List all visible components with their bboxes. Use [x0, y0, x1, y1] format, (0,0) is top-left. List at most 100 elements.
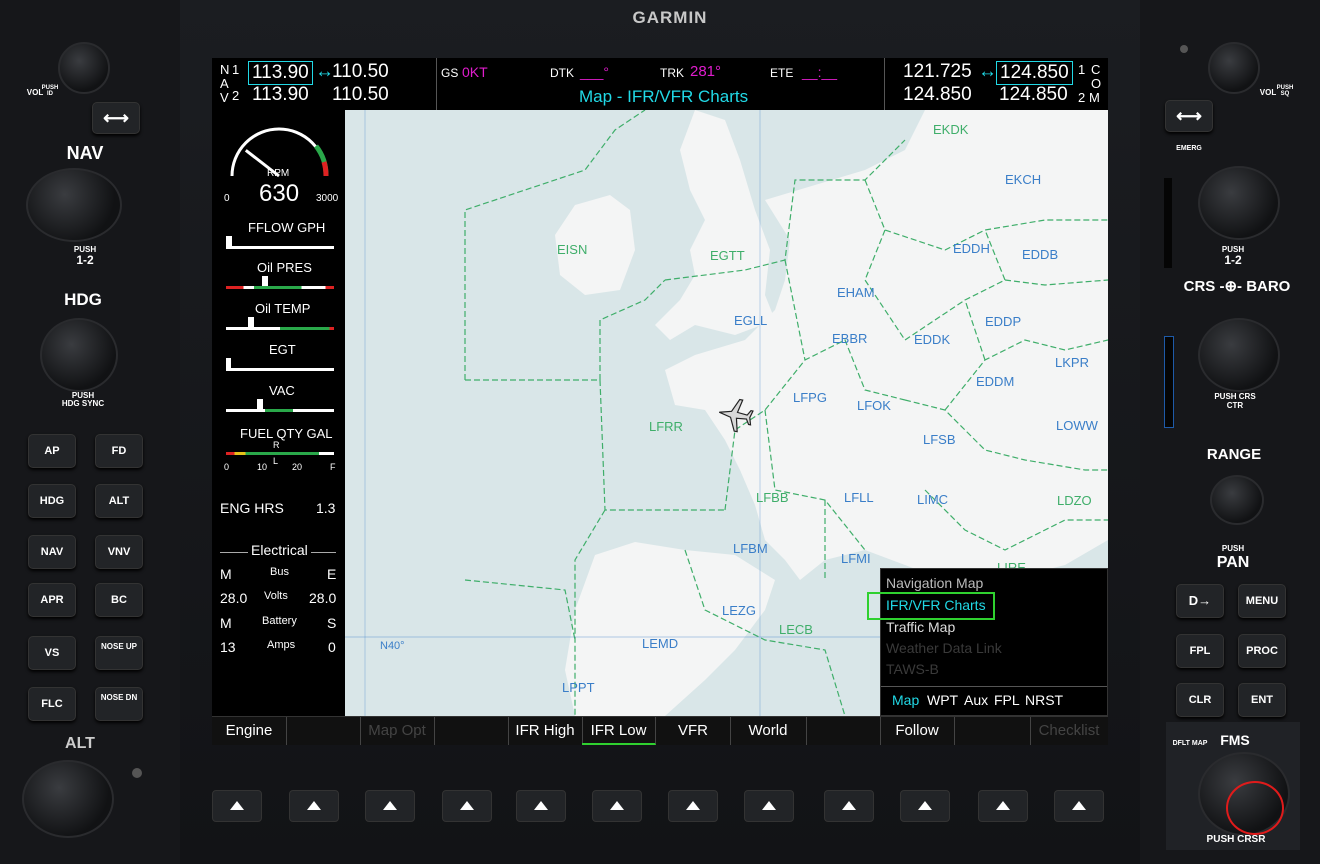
nav-button[interactable]: NAV [28, 535, 76, 569]
softkey-button-8[interactable] [744, 790, 794, 822]
airport-label[interactable]: LPPT [562, 680, 595, 695]
softkey-button-1[interactable] [212, 790, 262, 822]
airport-label[interactable]: LFSB [923, 432, 956, 447]
nav-label-v: V [220, 90, 229, 105]
tab-aux[interactable]: Aux [964, 692, 988, 708]
airport-label[interactable]: LEMD [642, 636, 678, 651]
altitude-knob[interactable] [22, 760, 114, 838]
vnv-button[interactable]: VNV [95, 535, 143, 569]
airport-label[interactable]: EGLL [734, 313, 767, 328]
direct-to-button[interactable]: D→ [1176, 584, 1224, 618]
alt-knob-label: ALT [65, 735, 95, 752]
ent-button[interactable]: ENT [1238, 683, 1286, 717]
com-frequency-knob[interactable] [1198, 166, 1280, 240]
softkey-button-10[interactable] [900, 790, 950, 822]
vs-button[interactable]: VS [28, 636, 76, 670]
softkey-checklist[interactable]: Checklist [1030, 717, 1108, 745]
softkey-button-12[interactable] [1054, 790, 1104, 822]
softkey-vfr[interactable]: VFR [656, 717, 731, 745]
airport-label[interactable]: EHAM [837, 285, 875, 300]
nose-up-button[interactable]: NOSE UP [95, 636, 143, 670]
ap-button[interactable]: AP [28, 434, 76, 468]
amps-label: Amps [267, 639, 296, 651]
com2-standby-frequency[interactable]: 124.850 [999, 84, 1068, 106]
bc-button[interactable]: BC [95, 583, 143, 617]
airport-label[interactable]: LKPR [1055, 355, 1089, 370]
nav2-active-frequency[interactable]: 113.90 [252, 84, 309, 106]
fir-label: EGTT [710, 248, 745, 263]
softkey-button-9[interactable] [824, 790, 874, 822]
fd-button[interactable]: FD [95, 434, 143, 468]
menu-item-traffic-map[interactable]: Traffic Map [886, 617, 955, 637]
airport-label[interactable]: LFMI [841, 551, 871, 566]
softkey-button-3[interactable] [365, 790, 415, 822]
softkey-button-2[interactable] [289, 790, 339, 822]
airport-label[interactable]: LFOK [857, 398, 891, 413]
vac-label: VAC [269, 383, 295, 398]
nav-swap-button[interactable]: ⟷ [92, 102, 140, 134]
proc-button[interactable]: PROC [1238, 634, 1286, 668]
airport-label[interactable]: EDDP [985, 314, 1021, 329]
airport-label[interactable]: LEZG [722, 603, 756, 618]
airport-label[interactable]: LFPG [793, 390, 827, 405]
softkey-9[interactable] [806, 717, 881, 745]
com-volume-knob[interactable] [1208, 42, 1260, 94]
hdg-button[interactable]: HDG [28, 484, 76, 518]
airport-label[interactable]: EDDM [976, 374, 1014, 389]
com1-active-frequency[interactable]: 121.725 [903, 61, 972, 83]
tab-map[interactable]: Map [892, 692, 919, 708]
com-swap-button[interactable]: ⟷ [1165, 100, 1213, 132]
airport-label[interactable]: LFLL [844, 490, 874, 505]
softkey-button-5[interactable] [516, 790, 566, 822]
heading-knob[interactable] [40, 318, 118, 392]
nav2-standby-frequency[interactable]: 110.50 [332, 84, 389, 106]
softkey-engine[interactable]: Engine [212, 717, 287, 745]
oil-temp-pointer [248, 317, 254, 327]
menu-item-selection-highlight [867, 592, 995, 620]
nav-frequency-knob[interactable] [26, 168, 122, 242]
softkey-world[interactable]: World [730, 717, 807, 745]
airport-label[interactable]: LOWW [1056, 418, 1098, 433]
softkey-map-opt[interactable]: Map Opt [360, 717, 435, 745]
airport-label[interactable]: EDDB [1022, 247, 1058, 262]
softkey-follow[interactable]: Follow [880, 717, 955, 745]
tab-wpt[interactable]: WPT [927, 692, 958, 708]
apr-button[interactable]: APR [28, 583, 76, 617]
nav-volume-knob[interactable] [58, 42, 110, 94]
nav1-standby-frequency[interactable]: 110.50 [332, 61, 389, 83]
egt-bar [226, 368, 334, 371]
airport-label[interactable]: EDDK [914, 332, 950, 347]
softkey-button-11[interactable] [978, 790, 1028, 822]
tab-fpl[interactable]: FPL [994, 692, 1020, 708]
dflt-map-label: DFLT MAP [1172, 740, 1208, 747]
volts-label: Volts [264, 590, 288, 602]
map-page-menu: Navigation Map IFR/VFR Charts Traffic Ma… [867, 568, 1108, 716]
airport-label[interactable]: EKCH [1005, 172, 1041, 187]
fpl-button[interactable]: FPL [1176, 634, 1224, 668]
oil-pres-pointer [262, 276, 268, 286]
menu-item-navigation-map[interactable]: Navigation Map [886, 573, 983, 593]
clr-button[interactable]: CLR [1176, 683, 1224, 717]
softkey-button-6[interactable] [592, 790, 642, 822]
airport-label[interactable]: EDDH [953, 241, 990, 256]
tab-nrst[interactable]: NRST [1025, 692, 1063, 708]
airport-label[interactable]: LFBM [733, 541, 768, 556]
airport-label[interactable]: EBBR [832, 331, 867, 346]
nav1-active-frequency[interactable]: 113.90 [248, 61, 313, 85]
flc-button[interactable]: FLC [28, 687, 76, 721]
range-joystick[interactable] [1210, 475, 1264, 525]
menu-button[interactable]: MENU [1238, 584, 1286, 618]
softkey-2[interactable] [286, 717, 361, 745]
alt-button[interactable]: ALT [95, 484, 143, 518]
softkey-11[interactable] [954, 717, 1031, 745]
crs-baro-knob[interactable] [1198, 318, 1280, 392]
com1-standby-frequency[interactable]: 124.850 [996, 61, 1073, 85]
softkey-4[interactable] [434, 717, 509, 745]
com2-active-frequency[interactable]: 124.850 [903, 84, 972, 106]
softkey-button-7[interactable] [668, 790, 718, 822]
nose-dn-button[interactable]: NOSE DN [95, 687, 143, 721]
softkey-button-4[interactable] [442, 790, 492, 822]
softkey-ifr-high[interactable]: IFR High [508, 717, 583, 745]
softkey-ifr-low[interactable]: IFR Low [582, 717, 656, 745]
airport-label[interactable]: LIMC [917, 492, 948, 507]
